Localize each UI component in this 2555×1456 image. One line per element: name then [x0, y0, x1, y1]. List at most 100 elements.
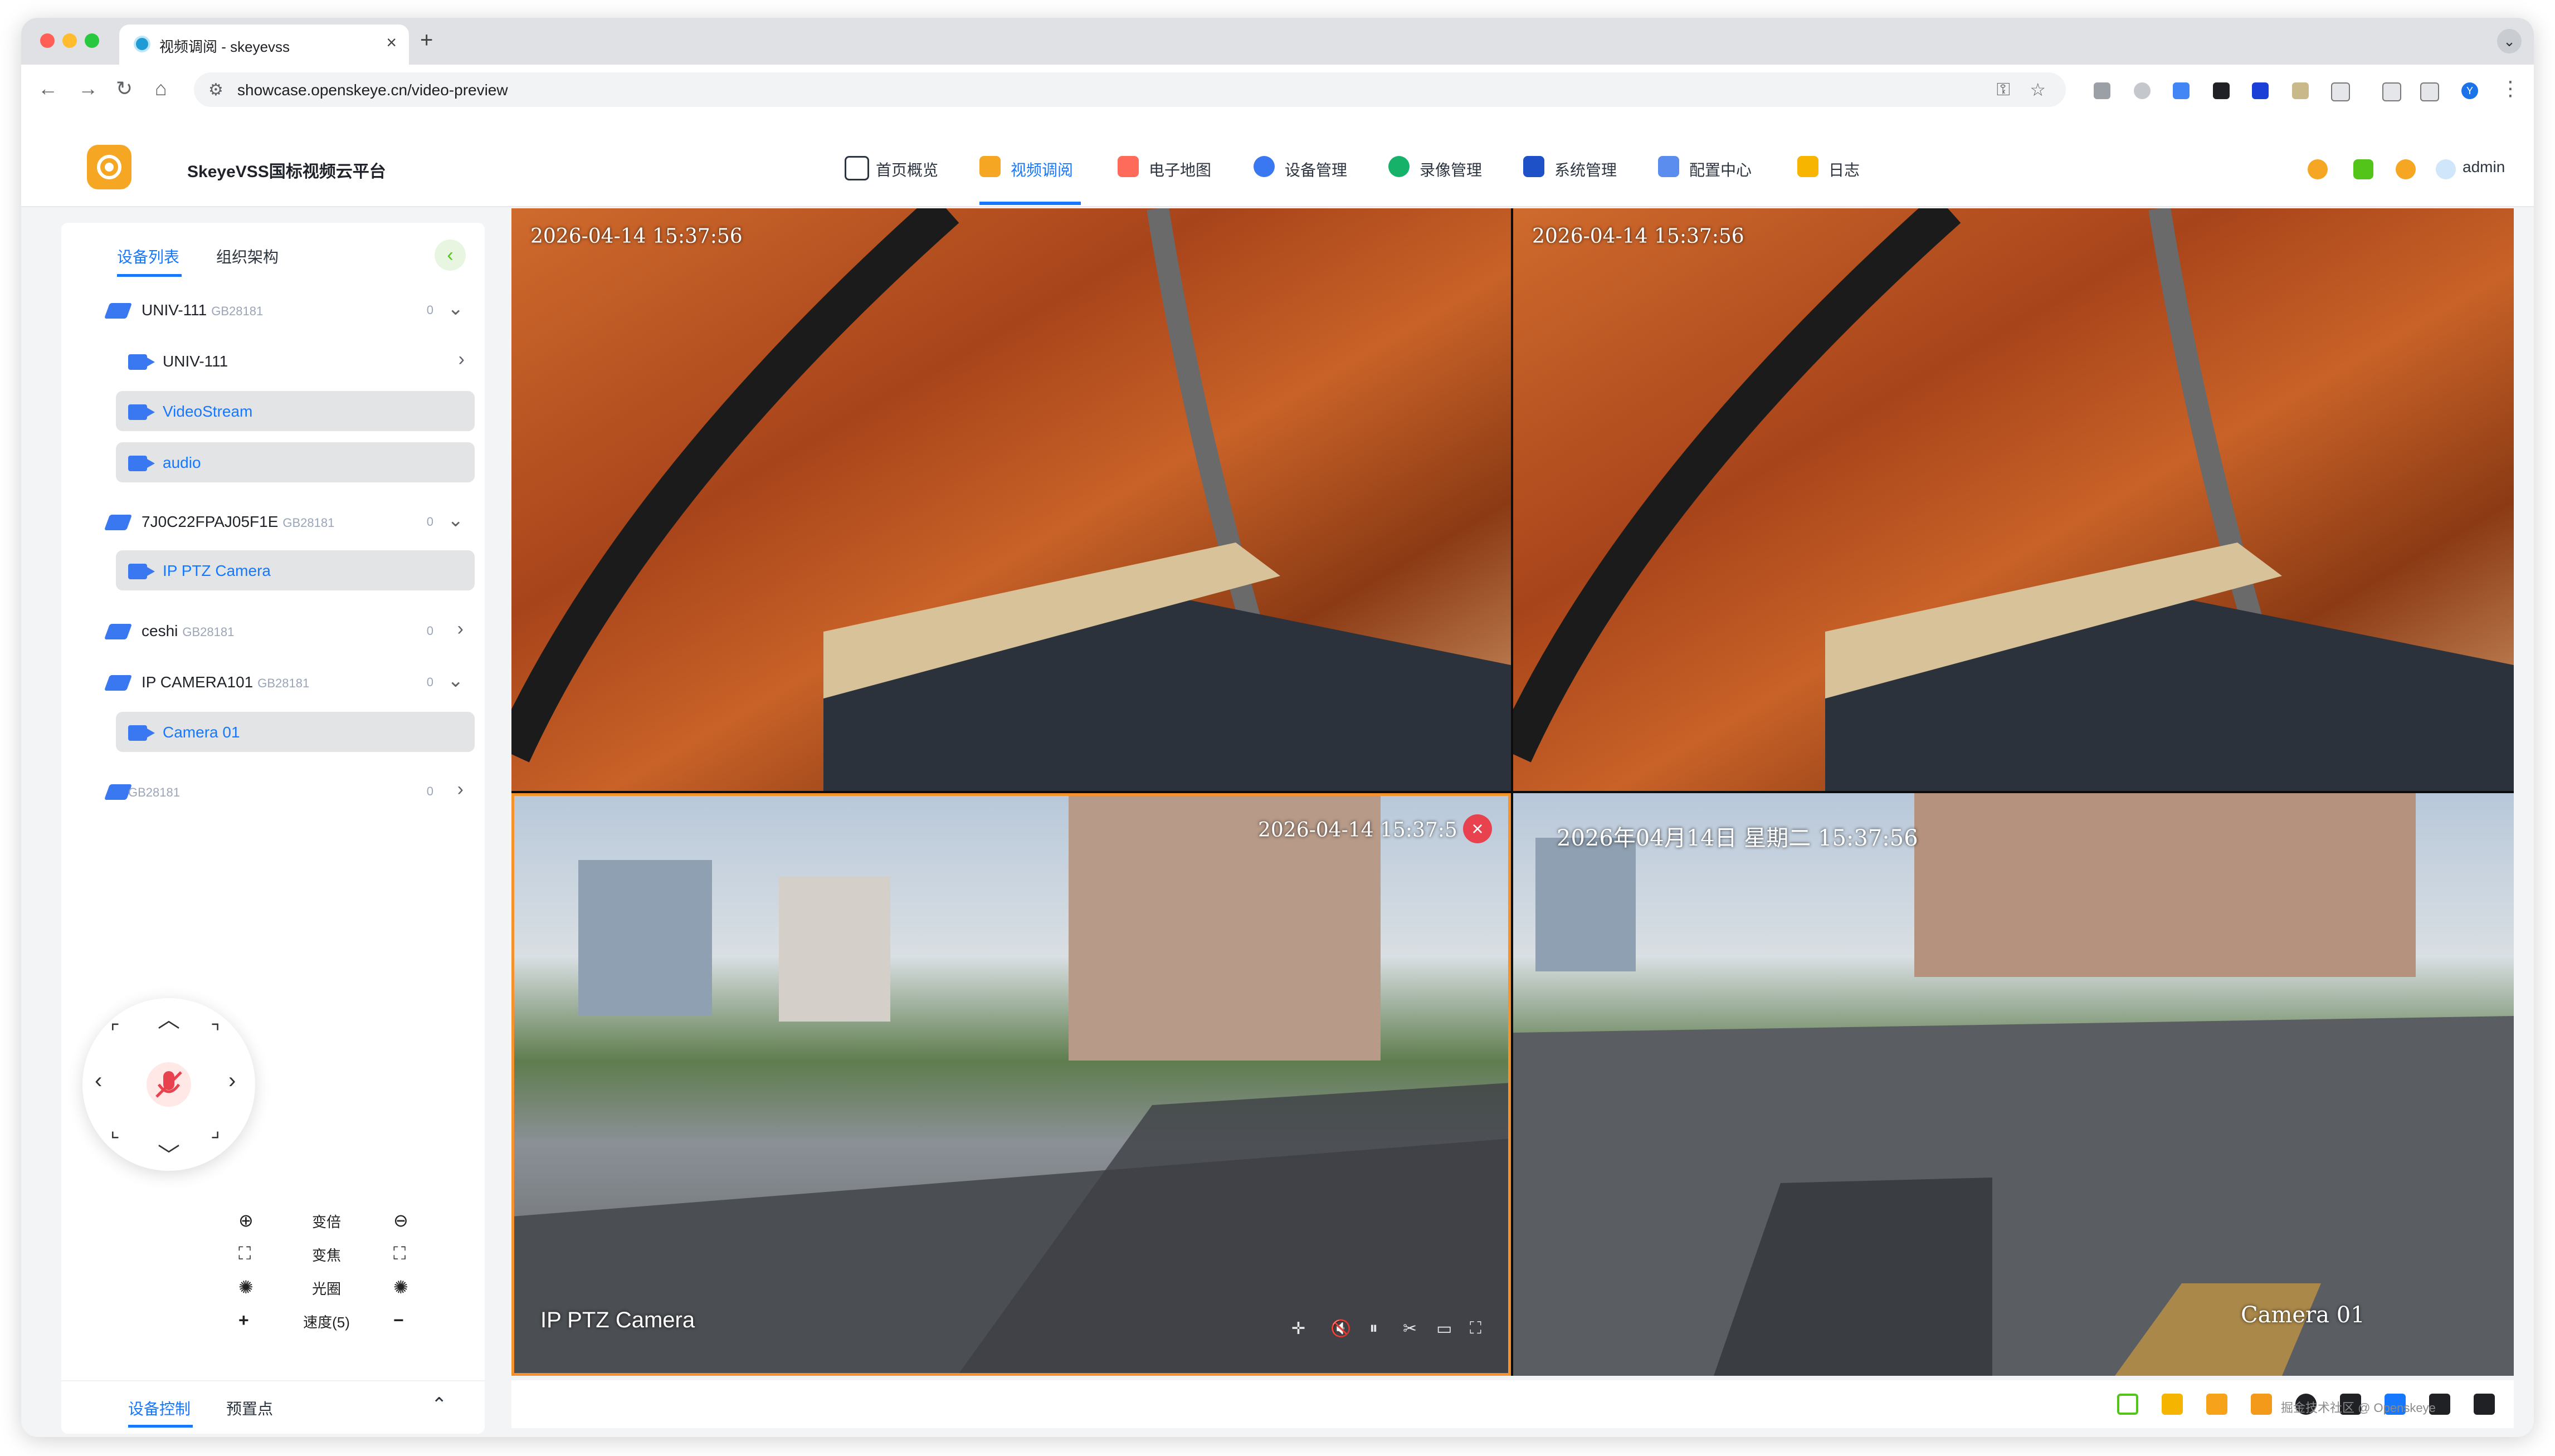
minimize-window-button[interactable]	[62, 33, 77, 48]
video-window-2[interactable]: 2026-04-14 15:37:56	[1513, 208, 2514, 791]
tree-item-label: ceshi	[142, 622, 178, 639]
tree-item-device[interactable]: ceshi GB28181 0 ›	[95, 610, 474, 651]
ptz-right-arrow-icon[interactable]: ›	[228, 1068, 236, 1093]
ptz-up-right-icon[interactable]: ⌝	[211, 1020, 220, 1044]
device-icon	[1254, 156, 1275, 177]
tree-item-channel[interactable]: UNIV-111 ›	[116, 341, 475, 381]
chevron-up-icon[interactable]: ⌃	[431, 1394, 447, 1416]
close-window-button[interactable]	[40, 33, 55, 48]
tree-item-channel[interactable]: audio	[116, 442, 475, 482]
tab-device-control[interactable]: 设备控制	[128, 1397, 191, 1419]
maximize-window-button[interactable]	[85, 33, 99, 48]
tree-item-device[interactable]: IP CAMERA101 GB28181 0 ⌄	[95, 662, 474, 702]
tree-item-device[interactable]: 7J0C22FPAJ05F1E GB28181 0 ⌄	[95, 501, 474, 541]
tree-item-channel[interactable]: IP PTZ Camera	[116, 550, 475, 590]
chevron-down-icon[interactable]: ⌄	[448, 670, 464, 692]
ptz-down-arrow-icon[interactable]: ﹀	[158, 1137, 180, 1170]
iris-close-icon[interactable]: ✺	[393, 1277, 408, 1298]
close-video-button[interactable]: ×	[1463, 814, 1492, 843]
tab-device-list[interactable]: 设备列表	[117, 245, 179, 267]
theme-icon[interactable]	[2308, 159, 2328, 179]
device-icon	[104, 303, 133, 319]
speed-decrease-button[interactable]: −	[393, 1310, 404, 1331]
app-title: SkeyeVSS国标视频云平台	[187, 163, 386, 181]
video-window-4[interactable]: 2026年04月14日 星期二 15:37:56 Camera 01	[1513, 793, 2514, 1376]
dark-extension-icon[interactable]	[2213, 82, 2230, 99]
home-icon[interactable]: ⌂	[155, 77, 167, 100]
new-tab-button[interactable]: +	[420, 28, 433, 53]
tree-item-channel[interactable]: Camera 01	[116, 712, 475, 752]
address-toolbar: ← → ↻ ⌂ ⚙ showcase.openskeye.cn/video-pr…	[21, 65, 2534, 117]
browser-tab[interactable]: 视频调阅 - skeyevss ×	[119, 25, 409, 65]
extension-icon[interactable]	[2134, 82, 2151, 99]
iris-open-icon[interactable]: ✺	[238, 1277, 253, 1298]
user-name[interactable]: admin	[2463, 158, 2505, 176]
chevron-down-icon[interactable]: ⌄	[448, 509, 464, 531]
refresh-icon[interactable]	[2353, 159, 2373, 179]
reading-mode-icon[interactable]	[2382, 82, 2401, 101]
channel-count: 0	[426, 515, 433, 529]
bookmark-star-icon[interactable]: ☆	[2030, 79, 2046, 100]
ptz-up-left-icon[interactable]: ⌜	[110, 1020, 120, 1044]
home-icon	[845, 156, 869, 180]
ptz-down-left-icon[interactable]: ⌞	[110, 1118, 120, 1142]
chevron-right-icon[interactable]: ›	[457, 618, 464, 640]
tab-presets[interactable]: 预置点	[226, 1397, 273, 1419]
channel-count: 0	[426, 675, 433, 689]
layout-sixteen-icon[interactable]	[2474, 1394, 2495, 1415]
tree-item-device[interactable]: UNIV-111 GB28181 0 ⌄	[95, 290, 474, 330]
tab-search-chevron-icon[interactable]: ⌄	[2497, 29, 2522, 53]
collapse-sidebar-button[interactable]: ‹	[435, 240, 466, 271]
protocol-tag: GB28181	[211, 304, 264, 318]
channel-count: 0	[426, 303, 433, 317]
puzzle-extensions-icon[interactable]	[2331, 82, 2350, 101]
ptz-direction-pad[interactable]: ︿ ﹀ ‹ › ⌜ ⌝ ⌞ ⌟	[82, 998, 255, 1171]
config-icon	[1658, 156, 1679, 177]
url-bar[interactable]: ⚙ showcase.openskeye.cn/video-preview ⚿ …	[194, 72, 2066, 107]
ptz-down-right-icon[interactable]: ⌟	[211, 1118, 220, 1142]
focus-far-icon[interactable]: ⛶	[393, 1243, 406, 1264]
profile-avatar[interactable]: Y	[2461, 82, 2478, 99]
zoom-in-icon[interactable]: ⊕	[238, 1210, 253, 1231]
protocol-tag: GB28181	[182, 625, 235, 639]
notes-extension-icon[interactable]	[2292, 82, 2309, 99]
forward-arrow-icon[interactable]: →	[78, 77, 98, 100]
reload-icon[interactable]: ↻	[116, 77, 133, 100]
browser-menu-icon[interactable]: ⋮	[2500, 77, 2520, 100]
video-timestamp: 2026-04-14 15:37:56	[1532, 225, 1744, 248]
focus-near-icon[interactable]: ⛶	[238, 1243, 251, 1264]
ptz-mute-mic-icon[interactable]	[147, 1062, 191, 1107]
zoom-out-icon[interactable]: ⊖	[393, 1210, 408, 1231]
chevron-right-icon[interactable]: ›	[457, 779, 464, 800]
tree-item-label: audio	[163, 454, 201, 471]
speed-increase-button[interactable]: +	[238, 1310, 249, 1331]
back-arrow-icon[interactable]: ←	[38, 77, 58, 100]
tree-item-channel[interactable]: VideoStream	[116, 391, 475, 431]
chevron-right-icon[interactable]: ›	[459, 349, 465, 370]
chevron-down-icon[interactable]: ⌄	[448, 297, 464, 320]
channel-count: 0	[426, 784, 433, 798]
grid-extension-icon[interactable]	[2173, 82, 2190, 99]
url-text: showcase.openskeye.cn/video-preview	[237, 81, 508, 99]
camera-extension-icon[interactable]	[2094, 82, 2110, 99]
video-window-1[interactable]: 2026-04-14 15:37:56	[511, 208, 1511, 791]
ptz-left-arrow-icon[interactable]: ‹	[95, 1068, 102, 1093]
site-info-icon[interactable]: ⚙	[208, 80, 223, 100]
settings-gear-icon[interactable]	[2396, 159, 2416, 179]
device-icon	[104, 515, 133, 530]
tab-org-structure[interactable]: 组织架构	[216, 245, 279, 267]
record-file-icon[interactable]	[2251, 1394, 2272, 1415]
play-panel-icon[interactable]	[2206, 1394, 2227, 1415]
basket-icon[interactable]	[2162, 1394, 2183, 1415]
camera-icon	[128, 354, 155, 370]
tab-close-button[interactable]: ×	[386, 32, 397, 53]
ptz-up-arrow-icon[interactable]: ︿	[158, 1001, 180, 1034]
user-avatar-icon[interactable]	[2436, 159, 2456, 179]
fit-screen-icon[interactable]	[2117, 1394, 2138, 1415]
tree-item-device[interactable]: GB28181 0 ›	[95, 771, 474, 811]
blue-extension-icon[interactable]	[2252, 82, 2269, 99]
camera-icon	[128, 404, 155, 420]
bookmarks-icon[interactable]	[2420, 82, 2439, 101]
password-key-icon[interactable]: ⚿	[1997, 79, 2010, 100]
camera-icon	[128, 456, 155, 471]
